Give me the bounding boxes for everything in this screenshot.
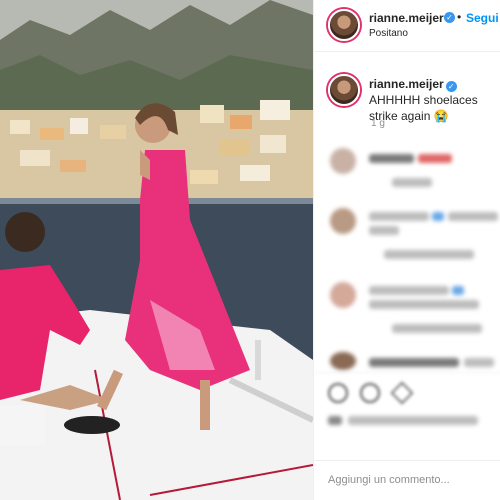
caption-text-block: rianne.meijer ✓ AHHHHH shoelaces strike a… <box>369 76 500 124</box>
caption-avatar[interactable] <box>328 74 360 106</box>
post-photo[interactable] <box>0 0 313 500</box>
comment-item[interactable] <box>314 282 500 342</box>
header-separator: • <box>457 10 462 24</box>
comment-item[interactable] <box>314 208 500 268</box>
verified-badge-icon: ✓ <box>445 81 457 92</box>
likes-summary[interactable] <box>328 414 488 428</box>
caption-username[interactable]: rianne.meijer <box>369 77 444 91</box>
comment-input[interactable] <box>328 474 488 486</box>
comment-item[interactable] <box>314 148 500 208</box>
post-timestamp[interactable]: 1 g <box>371 118 385 129</box>
photo-scene <box>0 0 313 500</box>
add-comment-bar <box>314 460 500 500</box>
comment-icon[interactable] <box>360 383 380 403</box>
caption-body: AHHHHH shoelaces strike again 😭 <box>369 93 478 123</box>
author-username[interactable]: rianne.meijer <box>369 11 444 25</box>
post-actions-bar <box>314 372 500 412</box>
comment-item[interactable] <box>314 352 500 372</box>
post-location[interactable]: Positano <box>369 28 408 39</box>
author-avatar[interactable] <box>328 9 360 41</box>
post-side-panel: rianne.meijer ✓ • Segui Positano rianne.… <box>313 0 500 500</box>
follow-button[interactable]: Segui <box>466 11 499 25</box>
post-caption: rianne.meijer ✓ AHHHHH shoelaces strike a… <box>314 60 500 140</box>
like-icon[interactable] <box>328 383 348 403</box>
share-icon[interactable] <box>390 381 414 405</box>
verified-badge-icon: ✓ <box>444 12 455 23</box>
post-header: rianne.meijer ✓ • Segui Positano <box>314 0 500 52</box>
